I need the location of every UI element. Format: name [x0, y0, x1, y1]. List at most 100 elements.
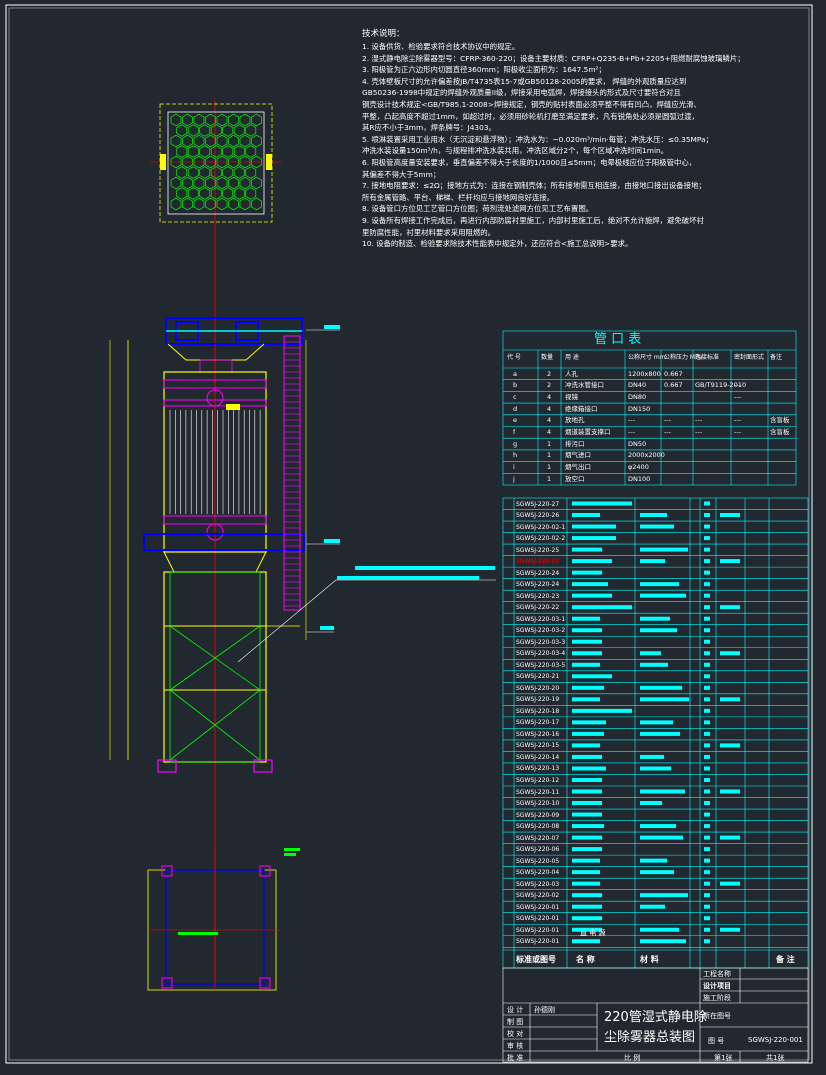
anode-hex-cell [176, 166, 188, 179]
notes-line: 9. 设备所有焊接工作完成后，再进行内部防腐衬里施工，内部衬里施工后，绝对不允许… [362, 215, 704, 225]
anode-hex-cell [239, 197, 251, 211]
notes-line: 平整，凸起高度不超过1mm，如超过时，必须用砂轮机打磨至满足要求，凡有锐角处必须… [362, 111, 699, 121]
nozzle-cell: 0.667 [664, 369, 683, 378]
anode-hex-cell [245, 145, 257, 158]
bom-code-cell: SGWSJ-220-17 [516, 719, 560, 727]
bom-qty-bar [704, 939, 710, 944]
nozzle-header-cell: 公称尺寸 mm [628, 354, 666, 361]
tb-project-name: 工程名称 [703, 970, 731, 978]
bom-weight-bar [720, 927, 740, 932]
nozzle-cell: --- [695, 416, 703, 425]
nozzle-cell: 2000x2000 [628, 451, 665, 460]
anode-hex-cell [210, 187, 222, 200]
bom-weight-bar [720, 789, 740, 794]
notes-line: 其R应不小于3mm，焊条牌号：J4303。 [362, 123, 496, 133]
nozzle-cell: 含盲板 [770, 416, 790, 425]
nozzle-header-cell: 连接标准 [695, 354, 720, 361]
anode-hex-cell [170, 134, 182, 148]
bom-header-remark: 备 注 [776, 955, 795, 964]
bom-weight-bar [720, 881, 740, 886]
anode-hex-cell [193, 113, 205, 127]
bom-weight-bar [720, 559, 740, 564]
bom-code-cell: SGWSJ-220-01 [516, 938, 560, 946]
nozzle-header-cell: 数量 [541, 354, 554, 361]
bom-code-cell: SGWSJ-220-03-1 [516, 615, 566, 623]
bom-code-cell: SGWSJ-220-08 [516, 823, 560, 831]
bom-code-cell: SGWSJ-220-18 [516, 707, 560, 715]
bom-code-cell: SGWSJ-220-11 [516, 788, 560, 796]
tb-role-check: 校 对 [507, 1030, 524, 1038]
tb-role-design: 设 计 [507, 1006, 524, 1014]
bom-code-cell: SGWSJ-220-03-5 [516, 661, 566, 669]
bom-qty-bar [704, 536, 710, 541]
anode-hex-cell [239, 134, 251, 148]
nozzle-cell: --- [664, 428, 672, 436]
nozzle-cell: 2 [547, 381, 552, 390]
bom-code-cell: SGWSJ-220-03-4 [516, 650, 566, 658]
bom-qty-bar [704, 812, 710, 817]
bom-qty-bar [704, 893, 710, 898]
anode-hex-cell [210, 145, 222, 158]
anode-hex-cell [216, 113, 228, 127]
bom-material-bar [640, 927, 679, 932]
anode-hex-cell [245, 187, 257, 200]
nozzle-cell: 排污口 [565, 439, 585, 448]
bom-name-bar [572, 881, 600, 886]
bom-qty-bar [704, 524, 710, 529]
anode-hex-cell [205, 197, 216, 211]
bom-qty-bar [704, 835, 710, 840]
nozzle-header-cell: 用 途 [565, 354, 579, 361]
notes-line: 8. 设备管口方位见工艺管口方位图；荷剂流处滤网方位见工艺布置图。 [362, 204, 594, 214]
bom-name-bar [572, 847, 602, 852]
bom-name-bar [572, 559, 612, 564]
top-view-hex-plate [150, 103, 282, 223]
bom-material-bar [640, 766, 671, 771]
bom-weight-bar [720, 835, 740, 840]
notes-line: 5. 喷淋装置采用工业用水（无沉淀和悬浮物）；冲洗水为：~0.020m³/min… [362, 134, 713, 144]
bom-code-cell: SGWSJ-220-27 [516, 500, 560, 508]
anode-hex-cell [228, 176, 239, 190]
notes-line: 里防腐性能，衬里材料要求采用阻燃的。 [362, 227, 496, 237]
bom-code-cell: SGWSJ-220-01 [516, 903, 560, 911]
nozzle-cell: b [513, 381, 518, 390]
bom-direct-label: 直 电 源 [580, 929, 606, 937]
notes-line: 其偏差不得大于5mm； [362, 169, 441, 179]
nozzle-cell: f [513, 428, 516, 436]
bom-code-cell: SGWSJ-220-22 [516, 604, 560, 612]
bom-code-cell: SGWSJ-220-23 [516, 592, 560, 600]
anode-hex-cell [205, 113, 216, 127]
anode-hex-cell [170, 197, 182, 211]
nozzle-cell: g [513, 439, 518, 448]
bom-code-cell: SGWSJ-220-19 [516, 696, 560, 704]
bom-code-cell: SGWSJ-220-24 [516, 581, 560, 589]
nozzle-cell: DN40 [628, 381, 647, 390]
bom-header-standard: 标准或图号 [516, 955, 556, 964]
anode-hex-cell [233, 166, 245, 179]
anode-hex-cell [176, 124, 188, 137]
tb-drawing-title-1: 220管湿式静电除 [604, 1010, 707, 1025]
bom-code-cell: SGWSJ-220-15 [516, 742, 560, 750]
anode-hex-cell [216, 176, 228, 190]
tb-role-approve: 批 准 [507, 1054, 524, 1062]
bom-qty-bar [704, 720, 710, 725]
bom-code-cell: SGWSJ-220-06 [516, 846, 560, 854]
bom-material-bar [640, 513, 667, 518]
bom-name-bar [572, 754, 602, 759]
anode-hex-cell [239, 113, 251, 127]
bom-name-bar [572, 916, 602, 921]
bom-qty-bar [704, 582, 710, 587]
anode-hex-cell [222, 145, 234, 158]
bom-code-cell: SGWSJ-220-09 [516, 811, 560, 819]
nozzle-cell: 烟气出口 [565, 463, 591, 472]
bom-name-bar [572, 777, 602, 782]
bom-name-bar [572, 824, 604, 829]
bom-name-bar [572, 582, 608, 587]
bom-name-bar [572, 789, 602, 794]
notes-line: 1. 设备供货、检验要求符合技术协议中的规定。 [362, 42, 520, 51]
bom-code-cell: SGWSJ-220-03 [516, 558, 560, 566]
anode-hex-cell [233, 187, 245, 200]
front-elevation [109, 317, 496, 773]
bom-qty-bar [704, 927, 710, 932]
anode-hex-cell [176, 187, 188, 200]
bom-material-bar [640, 939, 686, 944]
